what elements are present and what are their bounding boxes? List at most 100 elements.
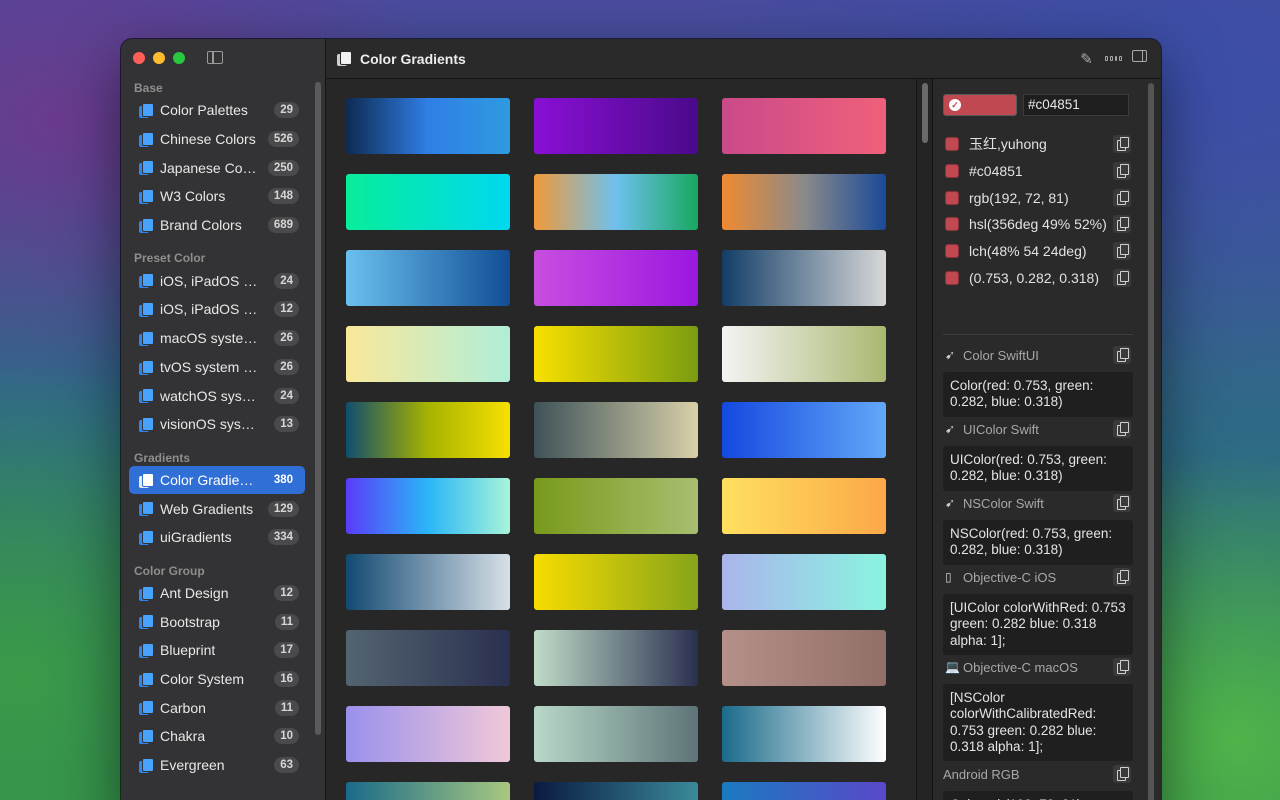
iphone-icon: ▯ bbox=[945, 570, 952, 584]
gradient-swatch[interactable] bbox=[722, 478, 886, 534]
copy-icon[interactable] bbox=[1113, 162, 1131, 181]
gradient-swatch[interactable] bbox=[534, 250, 698, 306]
copy-icon[interactable] bbox=[1113, 242, 1131, 261]
gradient-swatch[interactable] bbox=[722, 98, 886, 154]
gradient-swatch[interactable] bbox=[346, 250, 510, 306]
sidebar-section-title: Preset Color bbox=[134, 251, 206, 266]
minimize-button[interactable] bbox=[153, 52, 165, 64]
sidebar-item[interactable]: Bootstrap 11 bbox=[129, 607, 305, 636]
code-snippet-text: [UIColor colorWithRed: 0.753 green: 0.28… bbox=[943, 594, 1133, 655]
sidebar-item-label: uiGradients bbox=[160, 529, 232, 546]
gradient-swatch[interactable] bbox=[534, 782, 698, 800]
gradient-swatch[interactable] bbox=[722, 250, 886, 306]
gradient-swatch[interactable] bbox=[346, 630, 510, 686]
gradient-swatch[interactable] bbox=[346, 782, 510, 800]
sidebar-item[interactable]: Brand Colors 689 bbox=[129, 211, 305, 240]
palette-icon bbox=[139, 729, 154, 745]
palette-icon bbox=[139, 302, 154, 318]
copy-icon[interactable] bbox=[1113, 494, 1131, 512]
count-badge: 26 bbox=[274, 330, 299, 347]
sidebar-item[interactable]: Blueprint 17 bbox=[129, 636, 305, 665]
inspector-scrollbar[interactable] bbox=[1148, 83, 1154, 800]
sidebar-item[interactable]: Evergreen 63 bbox=[129, 751, 305, 780]
code-snippet-text: NSColor(red: 0.753, green: 0.282, blue: … bbox=[943, 520, 1133, 565]
gradient-swatch[interactable] bbox=[346, 402, 510, 458]
color-value-row: rgb(192, 72, 81) bbox=[943, 184, 1133, 211]
sidebar-scrollbar[interactable] bbox=[315, 82, 321, 735]
gradient-swatch[interactable] bbox=[346, 478, 510, 534]
count-badge: 29 bbox=[274, 102, 299, 119]
gradient-swatch[interactable] bbox=[722, 630, 886, 686]
sidebar-item[interactable]: tvOS system colors 26 bbox=[129, 353, 305, 382]
gradient-swatch[interactable] bbox=[534, 402, 698, 458]
sidebar-item[interactable]: Color Palettes 29 bbox=[129, 96, 305, 125]
sidebar-item[interactable]: W3 Colors 148 bbox=[129, 182, 305, 211]
copy-icon[interactable] bbox=[1113, 215, 1131, 234]
copy-icon[interactable] bbox=[1113, 135, 1131, 154]
code-snippet-title: Objective-C macOS bbox=[963, 659, 1078, 675]
sidebar-item[interactable]: iOS, iPadOS system gray 12 bbox=[129, 295, 305, 324]
sidebar-item[interactable]: macOS system colors 26 bbox=[129, 324, 305, 353]
sidebar-item[interactable]: Chakra 10 bbox=[129, 722, 305, 751]
gradient-swatch[interactable] bbox=[534, 630, 698, 686]
color-value-row: (0.753, 0.282, 0.318) bbox=[943, 264, 1133, 291]
zoom-button[interactable] bbox=[173, 52, 185, 64]
gradient-swatch[interactable] bbox=[346, 174, 510, 230]
sidebar-item[interactable]: Japanese Colors 250 bbox=[129, 153, 305, 182]
sidebar-item[interactable]: Color Gradients 380 bbox=[129, 465, 305, 495]
sidebar-section-title: Gradients bbox=[134, 450, 191, 465]
gradient-swatch[interactable] bbox=[534, 174, 698, 230]
count-badge: 24 bbox=[274, 387, 299, 404]
palette-icon bbox=[139, 529, 154, 545]
copy-icon[interactable] bbox=[1113, 568, 1131, 586]
gradient-swatch[interactable] bbox=[722, 706, 886, 762]
gradient-swatch[interactable] bbox=[534, 98, 698, 154]
sidebar-item[interactable]: Color System 16 bbox=[129, 665, 305, 694]
code-snippet-title: NSColor Swift bbox=[963, 495, 1044, 511]
sidebar-item[interactable]: iOS, iPadOS system colors 24 bbox=[129, 266, 305, 295]
hex-input[interactable]: #c04851 bbox=[1023, 94, 1129, 116]
gradient-swatch[interactable] bbox=[534, 326, 698, 382]
gradient-swatch[interactable] bbox=[346, 98, 510, 154]
sidebar-section-title: Base bbox=[134, 81, 163, 95]
copy-icon[interactable] bbox=[1113, 420, 1131, 438]
palette-icon bbox=[139, 757, 154, 773]
sidebar-item-label: Blueprint bbox=[160, 642, 216, 659]
gradient-swatch[interactable] bbox=[534, 554, 698, 610]
checkmark-icon: ✓ bbox=[949, 99, 961, 111]
sidebar-item[interactable]: Carbon 11 bbox=[129, 693, 305, 722]
gradient-swatch[interactable] bbox=[722, 326, 886, 382]
sidebar-item[interactable]: Chinese Colors 526 bbox=[129, 125, 305, 154]
gradient-swatch[interactable] bbox=[534, 478, 698, 534]
sidebar-item[interactable]: Ant Design 12 bbox=[129, 579, 305, 608]
gradient-swatch[interactable] bbox=[722, 782, 886, 800]
copy-icon[interactable] bbox=[1113, 188, 1131, 207]
copy-icon[interactable] bbox=[1113, 346, 1131, 364]
grid-view-icon[interactable] bbox=[1105, 50, 1122, 67]
gradient-swatch[interactable] bbox=[346, 706, 510, 762]
sidebar-toggle-icon[interactable] bbox=[207, 51, 223, 64]
gradient-swatch[interactable] bbox=[534, 706, 698, 762]
sidebar-item[interactable]: visionOS system colors 13 bbox=[129, 410, 305, 439]
sidebar-item[interactable]: uiGradients 334 bbox=[129, 523, 305, 552]
gradient-swatch[interactable] bbox=[346, 326, 510, 382]
gradient-swatch[interactable] bbox=[722, 402, 886, 458]
close-button[interactable] bbox=[133, 52, 145, 64]
sidebar-item[interactable]: Web Gradients 129 bbox=[129, 494, 305, 523]
copy-icon[interactable] bbox=[1113, 268, 1131, 287]
gradient-swatch[interactable] bbox=[722, 174, 886, 230]
code-snippet: ➹ UIColor Swift UIColor(red: 0.753, green:… bbox=[943, 418, 1133, 491]
grid-scrollbar[interactable] bbox=[916, 79, 932, 800]
copy-icon[interactable] bbox=[1113, 658, 1131, 676]
gradient-swatch[interactable] bbox=[346, 554, 510, 610]
window-controls bbox=[133, 52, 185, 64]
copy-icon[interactable] bbox=[1113, 765, 1131, 783]
palette-icon bbox=[139, 671, 154, 687]
count-badge: 63 bbox=[274, 757, 299, 774]
selected-color-swatch[interactable]: ✓ bbox=[943, 94, 1017, 116]
gradient-swatch[interactable] bbox=[722, 554, 886, 610]
sidebar-item[interactable]: watchOS system colors 24 bbox=[129, 381, 305, 410]
eyedropper-icon[interactable]: ✎ bbox=[1078, 50, 1095, 68]
code-snippet: ➹ NSColor Swift NSColor(red: 0.753, green:… bbox=[943, 492, 1133, 565]
inspector-toggle-icon[interactable] bbox=[1132, 50, 1147, 62]
